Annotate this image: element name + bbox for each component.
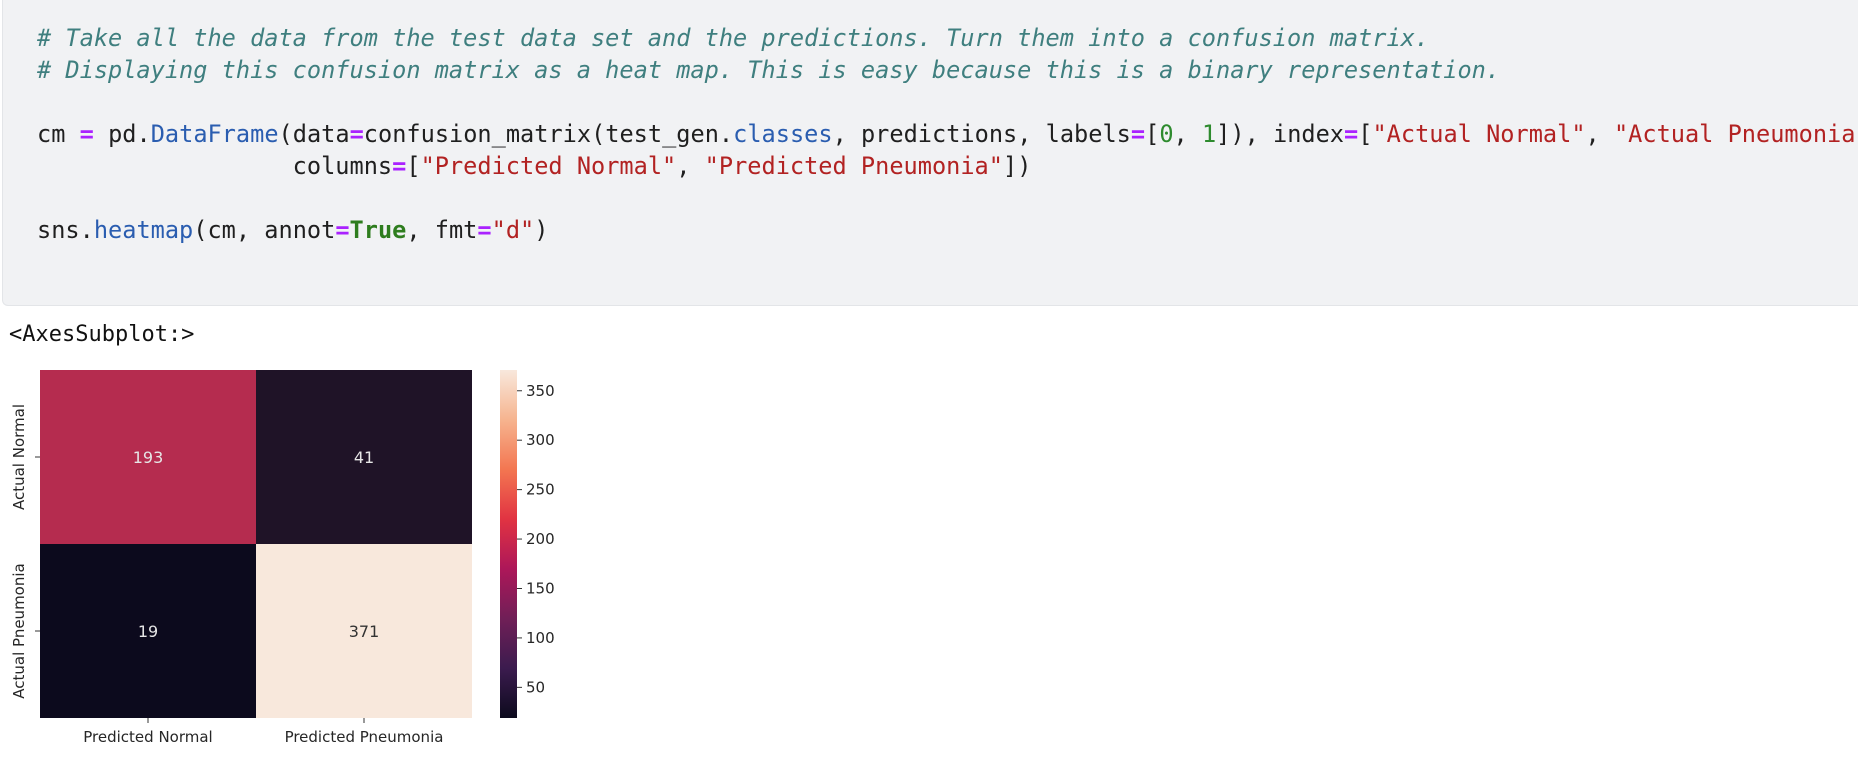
heatmap-cell-label: 41 — [354, 448, 374, 467]
code-operator: = — [392, 152, 407, 180]
code-comment: # Take all the data from the test data s… — [37, 24, 1430, 52]
heatmap-cell-label: 19 — [138, 622, 158, 641]
colorbar-tick-label: 250 — [526, 481, 555, 499]
code-token: , predictions, labels — [832, 120, 1131, 148]
code-operator: = — [477, 216, 492, 244]
code-token: , — [1173, 120, 1202, 148]
colorbar-tick-label: 100 — [526, 629, 555, 647]
code-operator: = — [1344, 120, 1359, 148]
y-tick-label: Actual Pneumonia — [10, 563, 28, 698]
heatmap-chart: 193 41 19 371 Actual Normal Actual Pneumonia… — [10, 370, 555, 746]
code-string: "Actual Normal" — [1372, 120, 1586, 148]
code-token: [ — [1145, 120, 1160, 148]
code-token: [ — [1358, 120, 1373, 148]
code-token: sns. — [37, 216, 94, 244]
code-token: ) — [534, 216, 549, 244]
code-line-2: # Displaying this confusion matrix as a … — [37, 54, 1858, 86]
code-token: , — [1585, 120, 1614, 148]
code-token: pd. — [108, 120, 151, 148]
code-string: "d" — [491, 216, 535, 244]
code-line-1: # Take all the data from the test data s… — [37, 22, 1858, 54]
y-tick-label: Actual Normal — [10, 404, 28, 510]
code-editor[interactable]: # Take all the data from the test data s… — [37, 22, 1858, 246]
colorbar-tick-label: 200 — [526, 530, 555, 548]
heatmap-cell-label: 193 — [133, 448, 164, 467]
code-function: DataFrame — [150, 120, 279, 148]
code-line-6: sns.heatmap(cm, annot=True, fmt="d") — [37, 214, 1858, 246]
code-token: , fmt — [406, 216, 478, 244]
output-text: <AxesSubplot:> — [9, 322, 195, 347]
colorbar — [500, 370, 517, 718]
code-token: confusion_matrix(test_gen. — [363, 120, 734, 148]
code-token: (cm, annot — [193, 216, 336, 244]
code-line-3: cm = pd.DataFrame(data=confusion_matrix(… — [37, 118, 1858, 150]
code-operator: = — [1130, 120, 1146, 148]
code-attribute: classes — [733, 120, 833, 148]
heatmap-cell-label: 371 — [349, 622, 380, 641]
code-token: ]), index — [1216, 120, 1345, 148]
colorbar-tick-label: 300 — [526, 431, 555, 449]
code-line-4: columns=["Predicted Normal", "Predicted … — [37, 150, 1858, 182]
code-token: [ — [406, 152, 421, 180]
colorbar-tick-label: 150 — [526, 579, 555, 597]
code-function: heatmap — [93, 216, 194, 244]
code-number: 1 — [1201, 120, 1217, 148]
code-operator: = — [79, 120, 94, 148]
code-token: (data — [278, 120, 350, 148]
code-string: "Predicted Pneumonia" — [704, 152, 1003, 180]
colorbar-tick-label: 50 — [526, 678, 545, 696]
code-string: "Actual Pneumonia" — [1613, 120, 1858, 148]
code-comment: # Displaying this confusion matrix as a … — [37, 56, 1501, 84]
code-cell[interactable]: # Take all the data from the test data s… — [2, 0, 1858, 306]
code-token: columns — [37, 152, 393, 180]
code-token: ]) — [1002, 152, 1032, 180]
code-operator: = — [335, 216, 350, 244]
x-tick-label: Predicted Pneumonia — [285, 728, 444, 746]
code-string: "Predicted Normal" — [420, 152, 677, 180]
colorbar-tick-label: 350 — [526, 382, 555, 400]
code-token: cm — [37, 120, 66, 148]
x-tick-label: Predicted Normal — [83, 728, 212, 746]
code-keyword: True — [349, 216, 407, 244]
code-number: 0 — [1159, 120, 1174, 148]
code-token: , — [676, 152, 705, 180]
code-operator: = — [349, 120, 364, 148]
